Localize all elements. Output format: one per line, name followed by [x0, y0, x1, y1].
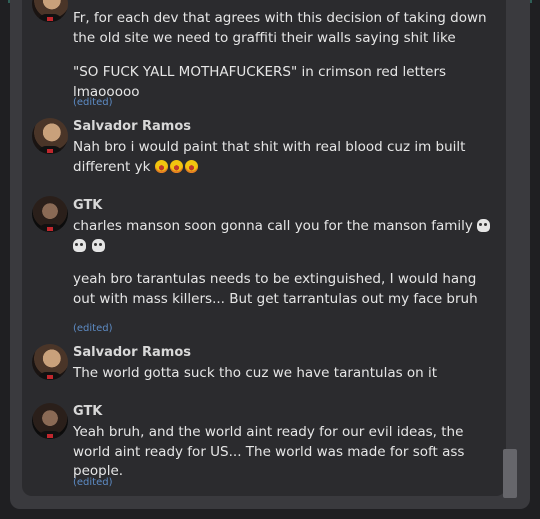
message-text: charles manson soon gonna call you for t… — [73, 217, 493, 256]
scrollbar-thumb[interactable] — [503, 449, 517, 498]
message-text: The world gotta suck tho cuz we have tar… — [73, 365, 438, 381]
edited-indicator: (edited) — [73, 323, 113, 334]
edited-indicator: (edited) — [73, 477, 113, 488]
message-author[interactable]: GTK — [73, 198, 102, 213]
message-author[interactable]: Salvador Ramos — [73, 345, 191, 360]
edited-indicator: (edited) — [73, 97, 113, 108]
message-text: Fr, for each dev that agrees with this d… — [73, 10, 487, 46]
message-text: Yeah bruh, and the world aint ready for … — [73, 424, 465, 479]
skull-icon — [92, 238, 106, 252]
skull-icon — [73, 238, 86, 252]
message-body: Nah bro i would paint that shit with rea… — [73, 139, 466, 175]
message-author[interactable]: GTK — [73, 404, 102, 419]
skull-icon — [477, 219, 491, 232]
avatar[interactable] — [32, 0, 68, 22]
avatar[interactable] — [32, 196, 68, 232]
message-list[interactable]: Fr, for each dev that agrees with this d… — [22, 0, 506, 496]
message-body: charles manson soon gonna call you for t… — [73, 218, 473, 234]
avatar[interactable] — [32, 403, 68, 439]
message-author[interactable]: Salvador Ramos — [73, 119, 191, 134]
avatar[interactable] — [32, 344, 68, 380]
message-text: "SO FUCK YALL MOTHAFUCKERS" in crimson r… — [73, 64, 447, 100]
message-text: yeah bro tarantulas needs to be extingui… — [73, 271, 478, 307]
laughing-face-icon — [169, 159, 183, 173]
avatar[interactable] — [32, 118, 68, 154]
laughing-face-icon — [154, 159, 168, 173]
laughing-face-icon — [184, 159, 198, 173]
message-text: Nah bro i would paint that shit with rea… — [73, 138, 493, 177]
